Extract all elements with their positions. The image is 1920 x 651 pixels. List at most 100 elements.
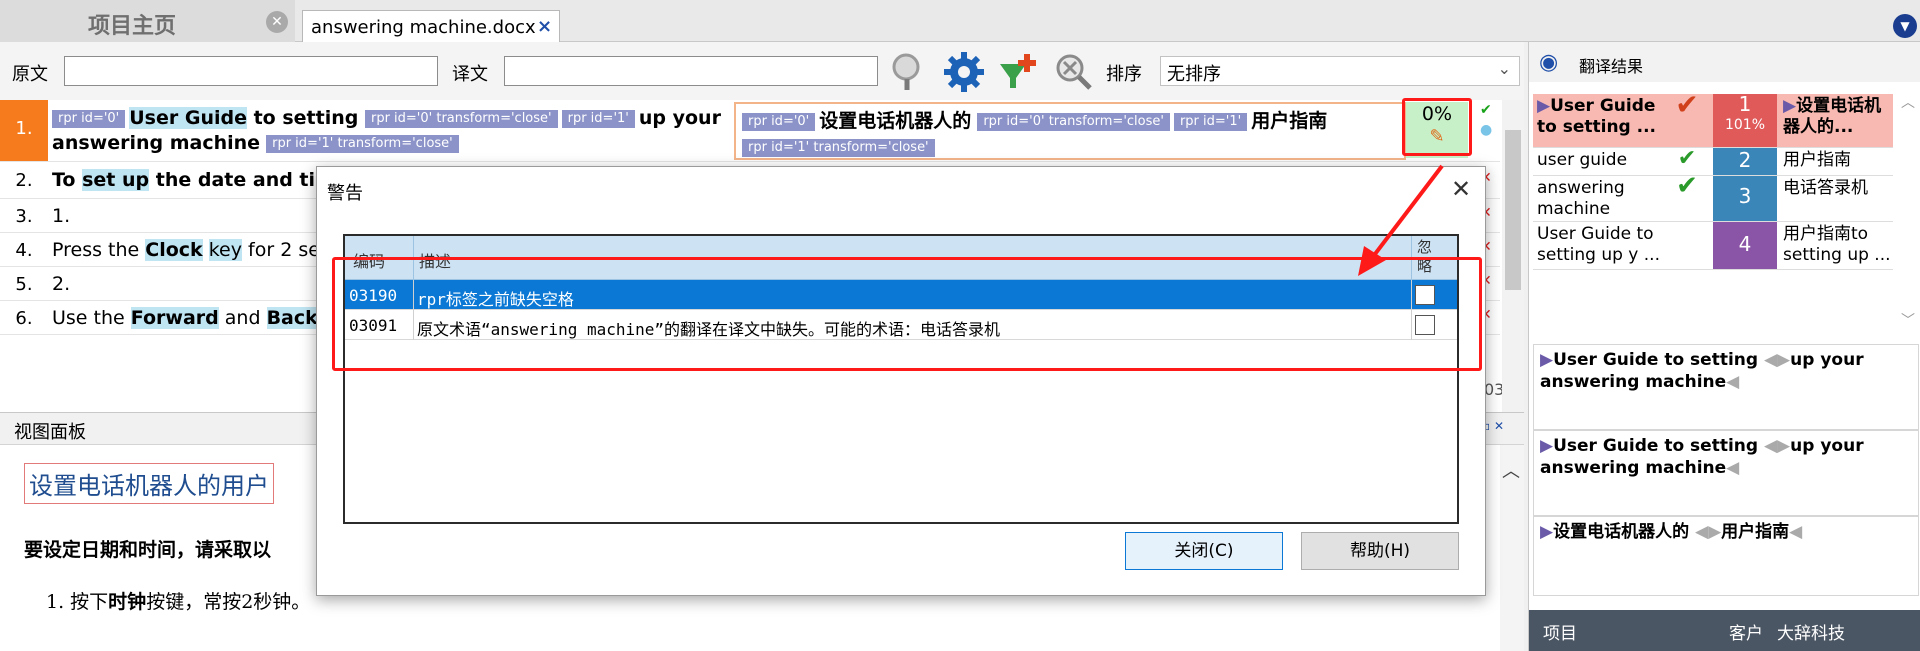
source-text: and <box>218 307 267 329</box>
source-text: Press the <box>52 239 146 261</box>
chevron-down-icon[interactable]: ▼ <box>1893 14 1917 38</box>
preview-text: answering machine <box>1540 458 1727 478</box>
row-number: 1. <box>0 100 48 161</box>
tab-document-label: answering machine.docx <box>311 17 536 38</box>
source-text <box>203 239 209 261</box>
row-number: 5. <box>15 274 33 295</box>
target-cell[interactable]: rpr id='0' 设置电话机器人的 rpr id='0' transform=… <box>734 102 1406 160</box>
footer-project-label: 项目 <box>1543 624 1577 644</box>
tm-match-row[interactable]: user guide ✔ 2 用户指南 <box>1533 148 1893 176</box>
close-icon[interactable]: × <box>537 16 552 37</box>
tab-document[interactable]: answering machine.docx × <box>302 10 560 42</box>
close-icon[interactable]: ✕ <box>266 11 288 33</box>
tm-target: 电话答录机 <box>1783 178 1868 198</box>
doc-text: 时钟 <box>108 591 147 613</box>
source-text: To <box>52 169 83 191</box>
comment-icon: ● <box>1480 122 1493 138</box>
highlight-box <box>1402 98 1472 156</box>
tag-marker: rpr id='1' transform='close' <box>742 139 935 157</box>
row-number: 2. <box>15 170 33 191</box>
tm-match-row[interactable]: answering machine ✔ 3 电话答录机 <box>1533 176 1893 222</box>
tm-rank: 4 <box>1713 222 1777 269</box>
target-word: 用户指南 <box>1251 110 1328 132</box>
source-term: Forward <box>130 307 219 329</box>
tag-marker: rpr id='1' transform='close' <box>266 135 459 153</box>
tm-source: user guide <box>1537 150 1628 170</box>
target-filter-label: 译文 <box>452 64 488 85</box>
translation-results-title: 翻译结果 <box>1579 57 1644 76</box>
footer-client-label: 客户 <box>1729 624 1763 644</box>
source-word: up your <box>638 107 721 129</box>
close-icon[interactable]: ✕ <box>1451 175 1471 203</box>
tab-project-home[interactable]: 项目主页 ✕ <box>0 0 295 42</box>
row-number: 4. <box>15 240 33 261</box>
doc-paragraph: 要设定日期和时间，请采取以 <box>24 539 272 561</box>
eye-icon: ◉ <box>1539 50 1559 75</box>
tm-source: User Guide to setting up y ... <box>1537 224 1660 265</box>
clear-search-icon[interactable] <box>1050 50 1094 94</box>
tm-target: 用户指南 <box>1783 150 1851 170</box>
scrollbar-thumb[interactable] <box>1505 130 1521 290</box>
tm-target: 设置电话机器人的... <box>1783 96 1882 137</box>
sort-select[interactable]: 无排序 ⌄ <box>1160 56 1520 86</box>
doc-title: 设置电话机器人的用户 <box>24 463 274 504</box>
preview-text: 设置电话机器人的 <box>1553 522 1690 542</box>
warning-dialog: 警告 ✕ 编码 描述 忽略 03190 rpr标签之前缺失空格 03091 原文… <box>316 166 1486 596</box>
view-panel-title: 视图面板 <box>14 422 86 443</box>
target-filter-input[interactable] <box>504 56 878 86</box>
confirmed-icon: ✔ <box>1480 102 1492 118</box>
source-term: set up <box>82 169 150 191</box>
tm-percent: 101% <box>1724 117 1766 133</box>
sort-label: 排序 <box>1106 64 1142 85</box>
help-button[interactable]: 帮助(H) <box>1301 532 1459 570</box>
tm-match-row[interactable]: ▶User Guide to setting ... ✔ 1 101% ▶设置电… <box>1533 94 1893 148</box>
sort-select-value: 无排序 <box>1167 64 1221 85</box>
project-info-footer: 项目 客户 大辞科技 <box>1529 610 1920 651</box>
tab-bar: 项目主页 ✕ answering machine.docx × ▼ <box>0 0 1920 42</box>
preview-text: up your <box>1790 350 1864 370</box>
preview-text: up your <box>1790 436 1864 456</box>
source-text: Use the <box>52 307 131 329</box>
tab-project-home-label: 项目主页 <box>88 14 177 39</box>
source-term: Clock <box>145 239 203 261</box>
preview-text: answering machine <box>1540 372 1727 392</box>
view-scrollbar[interactable]: ︿ <box>1500 445 1524 651</box>
tm-source: User Guide to setting ... <box>1537 96 1657 137</box>
table-row[interactable]: 1. rpr id='0' User Guide to setting rpr i… <box>0 100 1500 162</box>
source-word: to setting <box>246 107 365 129</box>
tag-marker: rpr id='0' <box>742 113 816 131</box>
preview-tm-target-box: ▶设置电话机器人的 ◀▶用户指南◀ <box>1533 516 1919 596</box>
dialog-title: 警告 <box>327 183 363 204</box>
preview-tm-source-box: ▶User Guide to setting ◀▶up your answeri… <box>1533 430 1919 516</box>
tm-target: 用户指南to setting up ... <box>1783 224 1891 265</box>
tag-marker: rpr id='0' transform='close' <box>977 113 1170 131</box>
source-term: key <box>208 239 242 261</box>
row-number: 3. <box>15 206 33 227</box>
footer-client-value: 大辞科技 <box>1777 624 1845 644</box>
doc-text: 按键，常按2秒钟。 <box>146 591 311 613</box>
grid-scrollbar[interactable] <box>1502 100 1524 412</box>
tm-rank: 2 <box>1713 148 1777 175</box>
target-word: 设置电话机器人的 <box>819 110 972 132</box>
tm-rank: 1 <box>1738 94 1752 116</box>
row-number: 6. <box>15 308 33 329</box>
chevron-down-icon[interactable]: ﹀ <box>1901 310 1915 330</box>
preview-source-box: ▶User Guide to setting ◀▶up your answeri… <box>1533 344 1919 430</box>
filter-toolbar: 原文 译文 排序 无排序 ⌄ <box>0 42 1524 100</box>
add-filter-icon[interactable] <box>996 50 1040 94</box>
source-filter-input[interactable] <box>64 56 438 86</box>
preview-text: 用户指南 <box>1721 522 1790 542</box>
gear-icon[interactable] <box>942 50 986 94</box>
preview-text: User Guide to setting <box>1553 436 1759 456</box>
source-word: answering machine <box>52 132 261 154</box>
tm-match-row[interactable]: User Guide to setting up y ... 4 用户指南to … <box>1533 222 1893 270</box>
close-button[interactable]: 关闭(C) <box>1125 532 1283 570</box>
check-icon: ✔ <box>1677 148 1697 171</box>
translation-results-panel: ◉ 翻译结果 ▶User Guide to setting ... ✔ 1 10… <box>1528 42 1920 651</box>
search-icon[interactable] <box>888 50 932 94</box>
source-filter-label: 原文 <box>12 64 48 85</box>
chevron-up-icon[interactable]: ︿ <box>1502 457 1520 483</box>
source-word: User Guide <box>129 107 247 129</box>
tm-rank: 3 <box>1713 176 1777 221</box>
chevron-up-icon[interactable]: ︿ <box>1901 92 1915 112</box>
